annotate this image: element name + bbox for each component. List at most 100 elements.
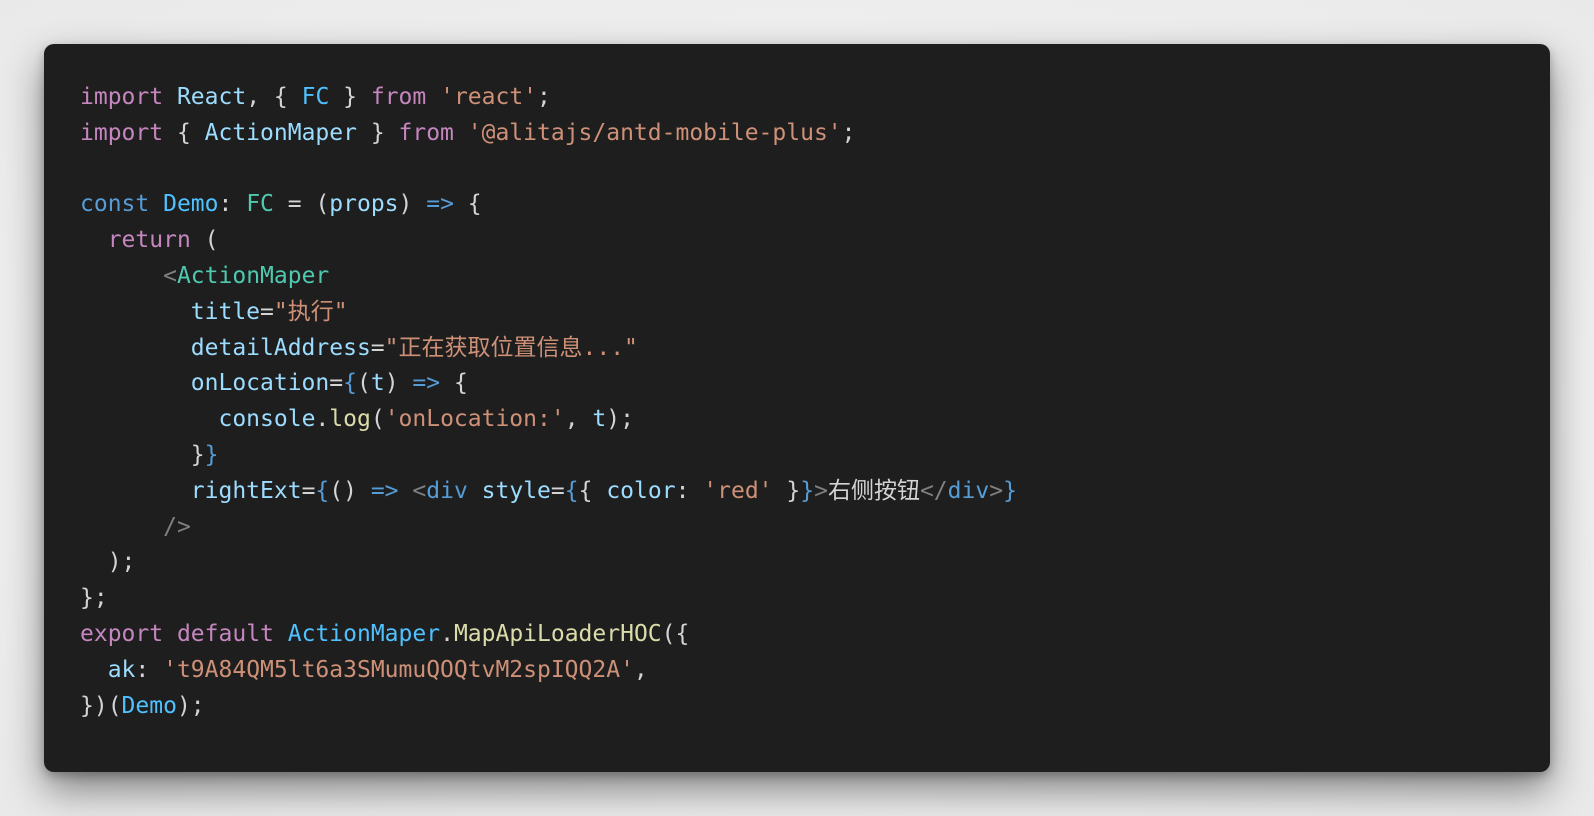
code-token-punct	[80, 263, 163, 289]
code-token-punct: ()	[329, 477, 371, 504]
code-token-punct: :	[675, 477, 704, 504]
code-token-jsxbrace: {	[343, 370, 357, 397]
code-token-punct: {	[578, 477, 607, 504]
code-token-punct: )	[384, 370, 413, 397]
code-token-storage: const	[80, 191, 150, 218]
code-token-punct	[80, 227, 108, 253]
code-token-text: 右侧按钮	[827, 477, 920, 504]
code-token-punct	[149, 191, 163, 217]
code-token-variable: color	[606, 477, 676, 504]
code-token-punct: ({	[661, 620, 690, 647]
code-token-const: Demo	[121, 692, 177, 719]
code-token-jsxbrace: }	[204, 441, 219, 468]
code-token-tag: />	[163, 513, 191, 540]
code-token-punct: =	[301, 477, 316, 504]
code-token-punct: ,	[633, 656, 648, 683]
code-token-punct	[468, 478, 482, 504]
code-token-keyword: import	[80, 84, 164, 110]
code-token-keyword: return	[107, 227, 191, 254]
code-window: import React, { FC } from 'react'; import…	[44, 44, 1550, 772]
code-token-punct: =	[329, 370, 344, 397]
code-token-const: Demo	[163, 191, 219, 218]
code-line: console.log('onLocation:', t);	[80, 402, 1017, 438]
code-token-punct: {	[453, 191, 482, 218]
code-token-keyword: default	[176, 620, 274, 647]
code-line: }}	[80, 438, 1017, 474]
code-token-punct: {	[440, 370, 468, 397]
code-token-keyword: from	[398, 119, 454, 146]
code-token-variable: style	[481, 477, 551, 504]
code-token-variable: console	[218, 406, 316, 433]
code-token-string: 'react'	[440, 84, 538, 110]
code-token-punct	[454, 120, 468, 146]
code-token-jsxbrace: }	[1003, 477, 1017, 504]
code-line: <ActionMaper	[80, 259, 1017, 295]
code-token-keyword: import	[80, 119, 164, 146]
code-token-punct	[399, 478, 413, 504]
code-token-punct	[80, 478, 191, 504]
code-token-punct: (	[370, 406, 385, 433]
code-line: import React, { FC } from 'react';	[80, 80, 1017, 116]
code-token-punct: }	[329, 84, 371, 110]
code-token-keyword: export	[80, 620, 164, 647]
code-token-variable: t	[592, 406, 607, 433]
code-token-string: '@alitajs/antd-mobile-plus'	[467, 119, 842, 146]
code-token-punct: ;	[537, 84, 551, 110]
code-line: const Demo: FC = (props) => {	[80, 187, 1017, 223]
code-token-punct: ;	[841, 119, 856, 146]
code-token-punct: :	[218, 191, 247, 218]
code-token-variable: rightExt	[190, 477, 302, 504]
code-token-variable: ak	[107, 656, 136, 683]
code-line: return (	[80, 223, 1017, 259]
code-line: };	[80, 581, 1017, 617]
code-token-punct	[80, 657, 108, 683]
code-line: />	[80, 510, 1017, 546]
code-token-string: "正在获取位置信息..."	[384, 334, 638, 361]
code-token-punct	[80, 299, 191, 325]
code-token-punct	[80, 514, 163, 540]
code-token-punct: =	[260, 298, 274, 325]
code-token-variable: onLocation	[190, 370, 330, 397]
code-token-jsxbrace: }	[800, 477, 815, 504]
code-token-punct	[80, 370, 191, 396]
code-token-function: log	[329, 406, 371, 433]
code-token-variable: ActionMaper	[204, 119, 357, 146]
code-token-tag: >	[989, 477, 1004, 504]
code-token-keyword: from	[370, 84, 427, 110]
code-token-punct: );	[606, 406, 634, 433]
code-block[interactable]: import React, { FC } from 'react'; import…	[80, 80, 1017, 724]
code-token-storage: =>	[370, 477, 399, 504]
code-token-punct: {	[163, 119, 205, 146]
code-line: ak: 't9A84QM5lt6a3SMumuQOQtvM2spIQQ2A',	[80, 653, 1017, 689]
code-token-punct	[163, 84, 177, 110]
code-line: title="执行"	[80, 295, 1017, 331]
code-line: })(Demo);	[80, 689, 1017, 725]
code-token-storage: =>	[412, 370, 441, 397]
code-token-punct	[80, 335, 191, 361]
code-token-variable: React	[176, 84, 247, 110]
code-token-tag: <	[163, 262, 177, 289]
code-token-punct: })(	[80, 692, 122, 719]
code-token-punct: )	[398, 191, 427, 218]
code-token-string: 't9A84QM5lt6a3SMumuQOQtvM2spIQQ2A'	[163, 656, 634, 683]
code-token-string: "执行"	[273, 298, 348, 325]
code-line: onLocation={(t) => {	[80, 366, 1017, 402]
code-token-html: div	[426, 477, 468, 504]
code-token-punct: =	[370, 334, 385, 361]
code-token-function: MapApiLoaderHOC	[453, 620, 662, 647]
code-token-punct: );	[80, 549, 136, 576]
code-token-const: FC	[301, 84, 330, 110]
code-token-punct: :	[135, 656, 164, 683]
code-token-punct: }	[772, 477, 801, 504]
code-token-variable: title	[190, 298, 261, 325]
code-line: detailAddress="正在获取位置信息..."	[80, 331, 1017, 367]
code-token-tagname: ActionMaper	[176, 262, 330, 289]
code-token-punct: =	[550, 477, 565, 504]
code-token-variable: t	[370, 370, 385, 397]
code-token-html: div	[947, 477, 990, 504]
code-token-punct: };	[80, 585, 108, 612]
code-token-string: 'onLocation:'	[384, 406, 565, 433]
code-token-variable: detailAddress	[190, 334, 371, 361]
code-line: );	[80, 545, 1017, 581]
